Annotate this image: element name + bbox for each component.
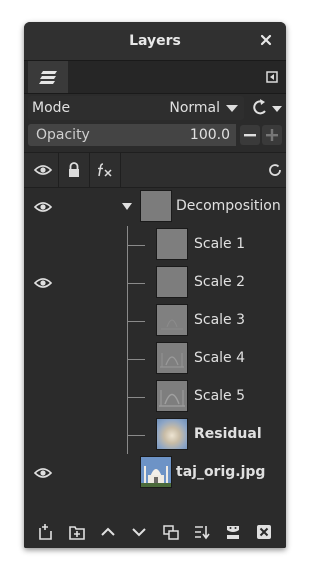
- layer-list-header: [24, 152, 286, 188]
- titlebar: Layers: [24, 22, 286, 60]
- layer-name: Scale 1: [194, 236, 246, 252]
- window-title: Layers: [129, 33, 181, 49]
- mode-label: Mode: [32, 100, 71, 116]
- mode-dropdown[interactable]: Mode Normal: [28, 96, 244, 120]
- layer-name: Scale 5: [194, 388, 246, 404]
- layer-row-taj-orig[interactable]: taj_orig.jpg: [24, 454, 286, 492]
- eye-icon[interactable]: [34, 201, 52, 213]
- lock-column-header[interactable]: [59, 153, 90, 187]
- thumbnail-detail: [159, 390, 185, 407]
- layer-thumbnail: [140, 190, 172, 222]
- layer-row-scale-3[interactable]: Scale 3: [24, 302, 286, 340]
- layer-actions-bar: [24, 516, 286, 548]
- eye-icon: [34, 165, 52, 175]
- layer-row-scale-5[interactable]: Scale 5: [24, 378, 286, 416]
- tree-branch: [127, 397, 145, 398]
- new-group-icon: [69, 526, 85, 540]
- lower-layer-button[interactable]: [129, 522, 149, 542]
- thumbnail-detail: [161, 319, 183, 330]
- mode-row: Mode Normal: [28, 96, 284, 120]
- layer-row-decomposition[interactable]: Decomposition: [24, 188, 286, 226]
- layer-thumbnail: [156, 380, 188, 412]
- new-group-button[interactable]: [67, 522, 87, 542]
- layer-row-scale-2[interactable]: Scale 2: [24, 264, 286, 302]
- layer-thumbnail: [156, 342, 188, 374]
- plus-icon: [266, 129, 278, 141]
- layer-row-residual[interactable]: Residual: [24, 416, 286, 454]
- thumbnail-detail: [160, 353, 184, 368]
- opacity-label: Opacity: [36, 127, 90, 143]
- new-layer-button[interactable]: [36, 522, 56, 542]
- tab-layers[interactable]: [28, 61, 68, 93]
- layer-name: Scale 2: [194, 274, 246, 290]
- mode-value: Normal: [169, 100, 220, 116]
- eye-icon[interactable]: [34, 467, 52, 479]
- layer-thumbnail: [156, 304, 188, 336]
- layer-name: Residual: [194, 426, 262, 442]
- raise-icon: [101, 527, 115, 536]
- tree-branch: [127, 435, 145, 436]
- raise-layer-button[interactable]: [98, 522, 118, 542]
- close-icon[interactable]: [258, 32, 274, 48]
- merge-down-button[interactable]: [192, 522, 212, 542]
- duplicate-layer-button[interactable]: [161, 522, 181, 542]
- expand-toggle-icon[interactable]: [122, 203, 132, 210]
- layer-thumbnail: [140, 456, 172, 488]
- layer-mode-switch-button[interactable]: [250, 96, 284, 120]
- tree-branch: [127, 245, 145, 246]
- tree-branch: [127, 321, 145, 322]
- layer-thumbnail: [156, 418, 188, 450]
- tree-branch: [127, 359, 145, 360]
- layer-name: Scale 4: [194, 350, 246, 366]
- delete-icon: [257, 525, 272, 539]
- new-layer-icon: [38, 524, 52, 540]
- tree-branch: [127, 283, 145, 284]
- effects-column-header[interactable]: [90, 153, 121, 187]
- duplicate-icon: [162, 525, 179, 540]
- dock-tab-bar: [24, 60, 286, 94]
- layer-thumbnail: [156, 228, 188, 260]
- effects-icon: [98, 163, 112, 177]
- add-mask-button[interactable]: [223, 522, 243, 542]
- layer-list: Decomposition Scale 1 Scale 2 Scale 3 Sc…: [24, 188, 286, 518]
- layers-stack-icon: [39, 71, 57, 84]
- reset-icon: [253, 99, 282, 115]
- opacity-value: 100.0: [189, 127, 230, 143]
- lock-icon: [69, 162, 79, 177]
- layer-name: Scale 3: [194, 312, 246, 328]
- lower-icon: [132, 528, 147, 537]
- taj-mahal-image: [141, 457, 171, 487]
- layer-thumbnail: [156, 266, 188, 298]
- mask-icon: [227, 526, 240, 539]
- layers-dialog: Layers Mode Normal Opacity 100.0 Decompo…: [24, 22, 286, 548]
- minus-icon: [244, 134, 256, 137]
- tab-menu-icon[interactable]: [266, 71, 278, 83]
- delete-layer-button[interactable]: [254, 522, 274, 542]
- layer-name: Decomposition: [176, 198, 281, 214]
- merge-down-icon: [194, 526, 210, 540]
- opacity-increase-button[interactable]: [262, 125, 282, 145]
- eye-icon[interactable]: [34, 277, 52, 289]
- opacity-decrease-button[interactable]: [240, 125, 260, 145]
- chevron-down-icon: [226, 105, 238, 112]
- layer-row-scale-4[interactable]: Scale 4: [24, 340, 286, 378]
- layer-name: taj_orig.jpg: [176, 464, 266, 480]
- opacity-slider[interactable]: Opacity 100.0: [28, 124, 236, 146]
- visibility-column-header[interactable]: [28, 153, 59, 187]
- refresh-icon[interactable]: [268, 162, 282, 176]
- layer-row-scale-1[interactable]: Scale 1: [24, 226, 286, 264]
- opacity-row: Opacity 100.0: [28, 124, 284, 146]
